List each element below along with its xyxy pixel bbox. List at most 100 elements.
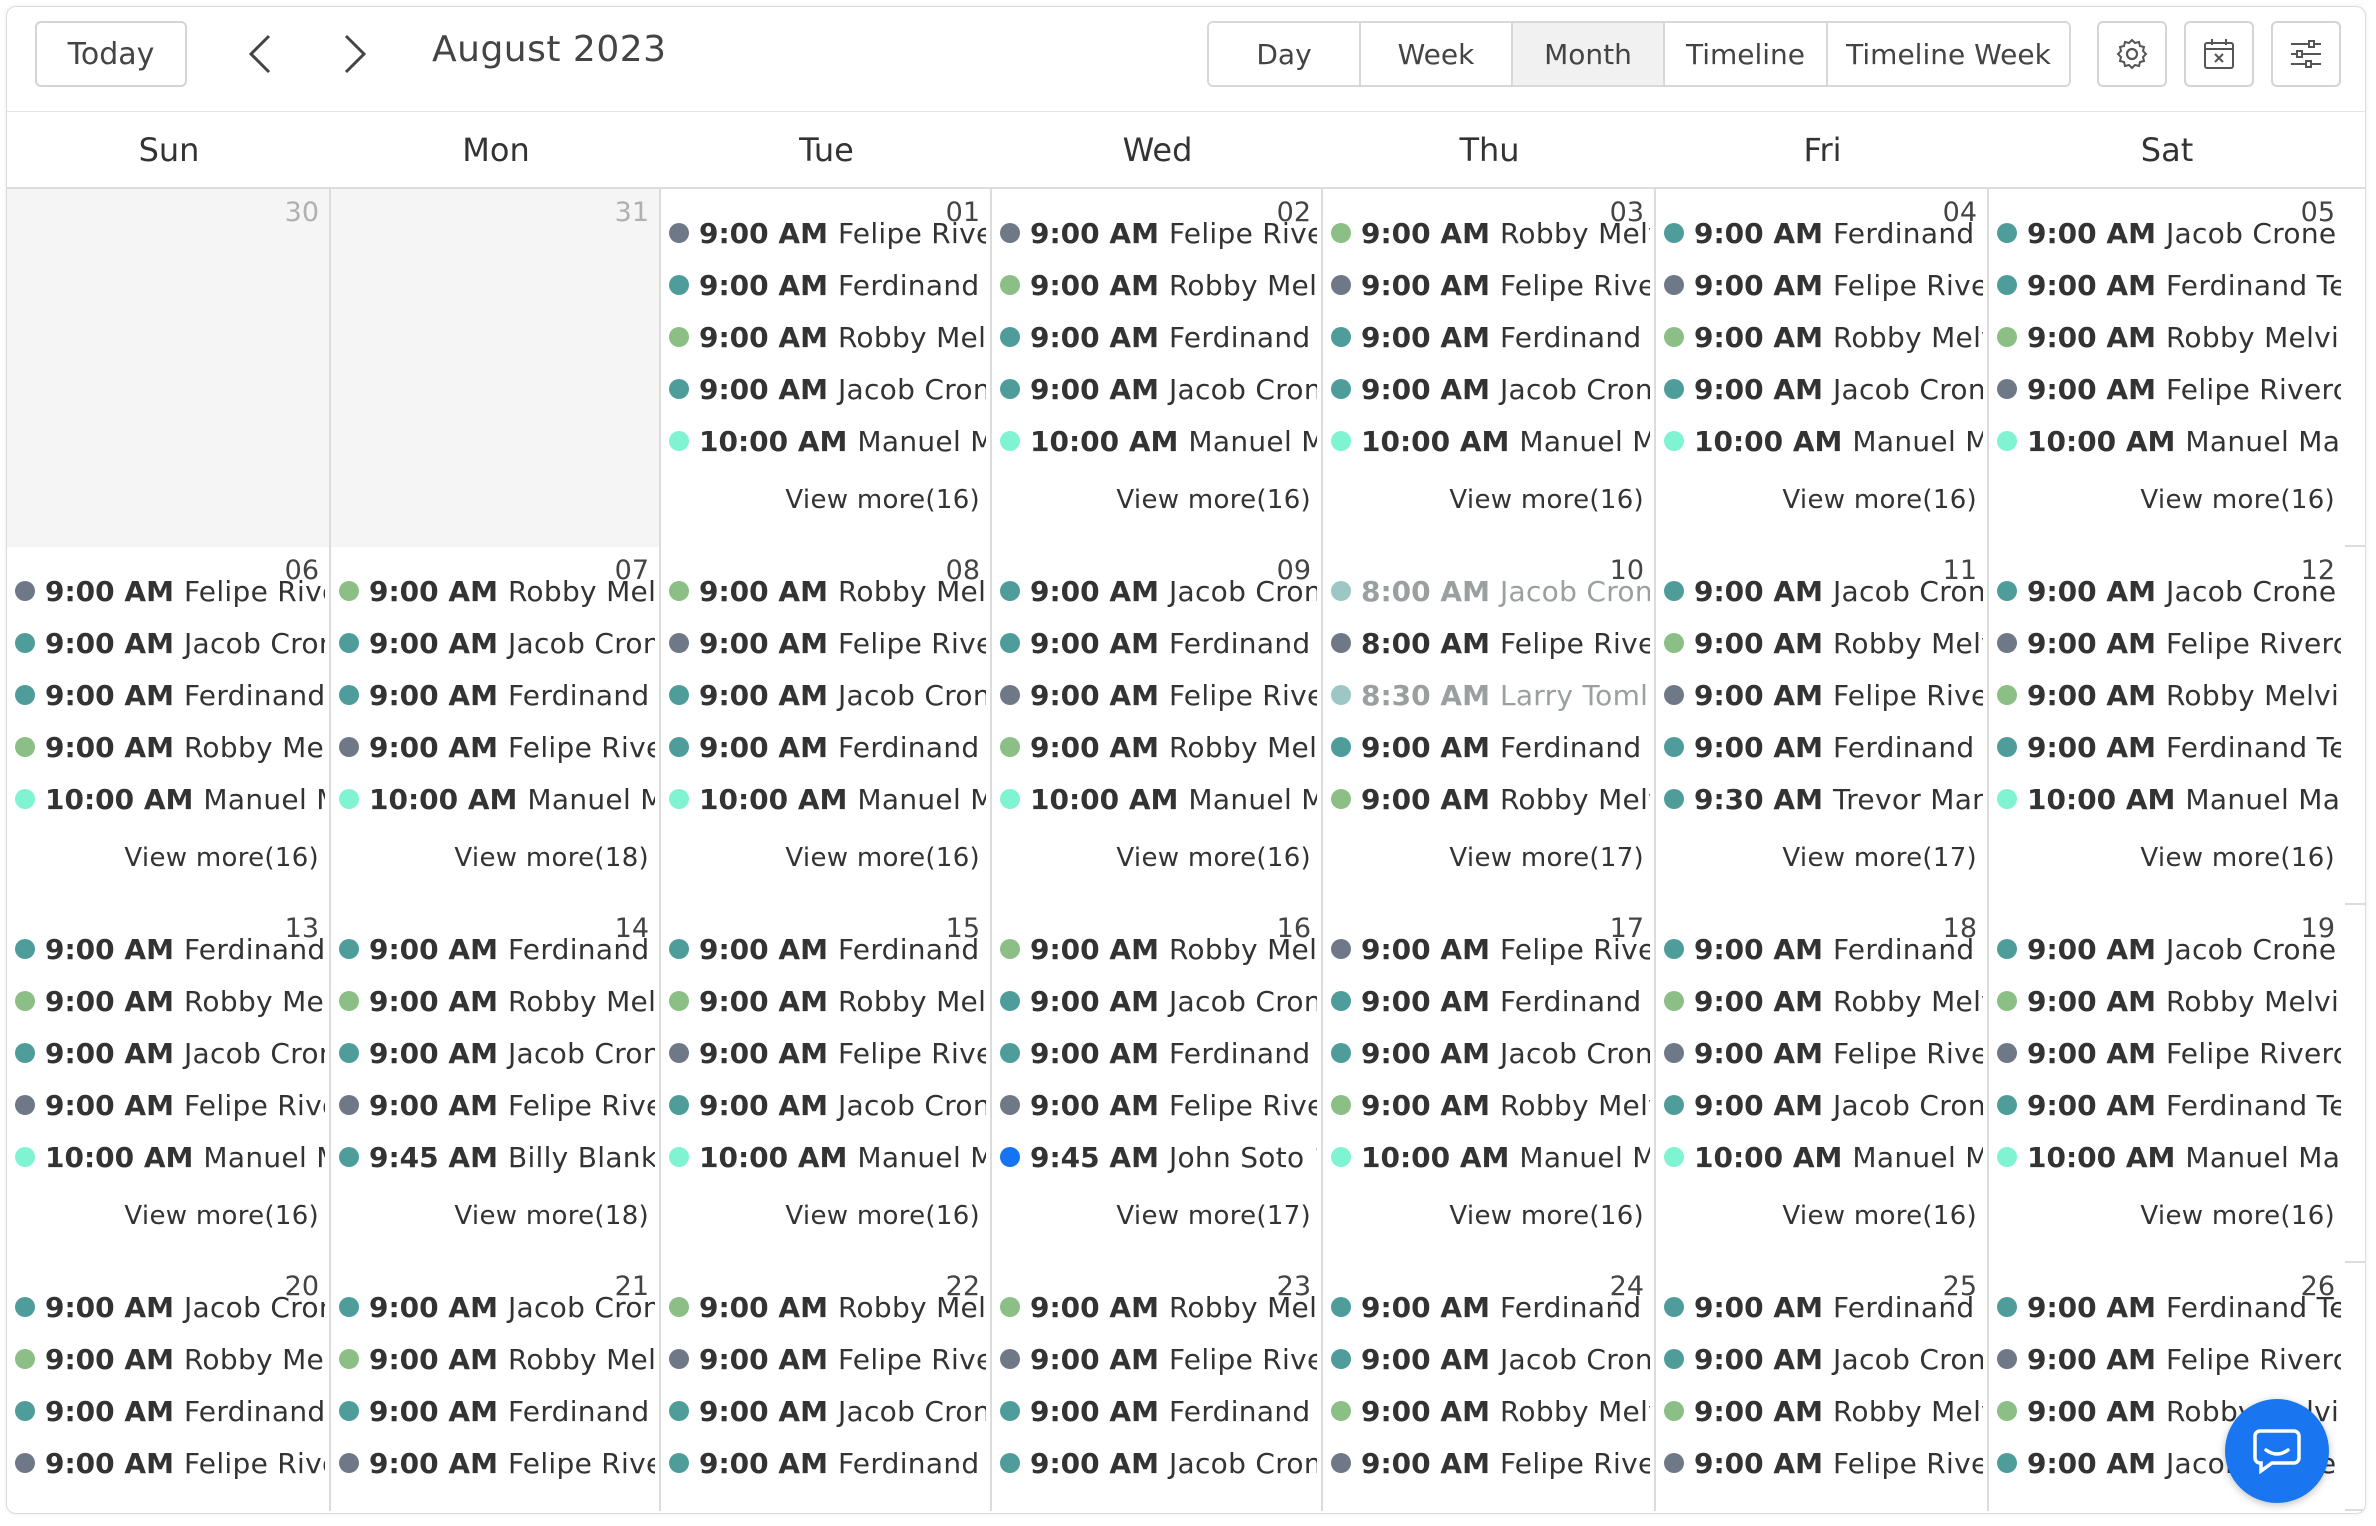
appointment-event[interactable]: 10:00 AM Manuel Mai bbox=[1331, 421, 1650, 461]
appointment-event[interactable]: 9:00 AM Felipe Rivero bbox=[1000, 1339, 1317, 1379]
appointment-event[interactable]: 9:00 AM Ferdinand Te bbox=[1664, 727, 1983, 767]
appointment-event[interactable]: 9:00 AM Robby Melvi bbox=[1000, 727, 1317, 767]
appointment-event[interactable]: 9:00 AM Felipe Rivero bbox=[1664, 1033, 1983, 1073]
appointment-event[interactable]: 9:00 AM Jacob Cron bbox=[339, 1033, 655, 1073]
appointment-event[interactable]: 9:00 AM Felipe Rivero bbox=[15, 571, 325, 611]
appointment-event[interactable]: 9:00 AM Ferdinand Te bbox=[1331, 317, 1650, 357]
view-more-link[interactable]: View more(16) bbox=[1782, 485, 1977, 515]
view-more-link[interactable]: View more(16) bbox=[785, 843, 980, 873]
appointment-event[interactable]: 9:00 AM Robby Melvi bbox=[1000, 265, 1317, 305]
appointment-event[interactable]: 10:00 AM Manuel Mai bbox=[1664, 1137, 1983, 1177]
view-more-link[interactable]: View more(16) bbox=[1449, 1201, 1644, 1231]
appointment-event[interactable]: 9:00 AM Robby Melvi bbox=[669, 1287, 986, 1327]
appointment-event[interactable]: 9:00 AM Felipe Rivero bbox=[1000, 675, 1317, 715]
appointment-event[interactable]: 10:00 AM Manuel Mai bbox=[1997, 1137, 2341, 1177]
appointment-event[interactable]: 9:00 AM Robby Melvi bbox=[15, 727, 325, 767]
view-more-link[interactable]: View more(16) bbox=[124, 843, 319, 873]
appointment-event[interactable]: 9:00 AM Felipe Rivero bbox=[1000, 213, 1317, 253]
appointment-event[interactable]: 9:00 AM Ferdinand Te bbox=[1000, 1391, 1317, 1431]
previous-month-button[interactable] bbox=[235, 29, 285, 79]
day-cell[interactable]: 05 9:00 AM Jacob Crone 9:00 AM Ferdinand Te 9… bbox=[1989, 189, 2345, 547]
appointment-event[interactable]: 9:00 AM Robby Melvi bbox=[1331, 779, 1650, 819]
appointment-event[interactable]: 9:00 AM Ferdinand Te bbox=[1000, 317, 1317, 357]
view-more-link[interactable]: View more(16) bbox=[2140, 1201, 2335, 1231]
appointment-event[interactable]: 8:00 AM Felipe Rivero bbox=[1331, 623, 1650, 663]
day-cell[interactable]: 069:00 AMFelipe Rivero9:00 AMJacob Cron9… bbox=[7, 547, 331, 905]
day-cell[interactable]: 259:00 AMFerdinand Te9:00 AMJacob Crone9… bbox=[1656, 1263, 1989, 1511]
appointment-event[interactable]: 9:00 AM Jacob Cron bbox=[669, 1085, 986, 1125]
appointment-event[interactable]: 9:00 AM Felipe Rivero bbox=[1331, 1443, 1650, 1483]
day-cell[interactable]: 108:00 AMJacob Crone8:00 AMFelipe Rivero… bbox=[1323, 547, 1656, 905]
appointment-event[interactable]: 9:00 AM Robby Melvi bbox=[339, 1339, 655, 1379]
day-cell[interactable]: 249:00 AMFerdinand Te9:00 AMJacob Crone9… bbox=[1323, 1263, 1656, 1511]
view-more-link[interactable]: View more(16) bbox=[124, 1201, 319, 1231]
day-cell[interactable]: 219:00 AMJacob Cron9:00 AMRobby Melvi9:0… bbox=[331, 1263, 661, 1511]
day-cell[interactable]: 239:00 AMRobby Melvi9:00 AMFelipe Rivero… bbox=[992, 1263, 1323, 1511]
day-number[interactable]: 30 bbox=[285, 197, 319, 228]
appointment-event[interactable]: 10:00 AM Manuel Ma bbox=[669, 421, 986, 461]
appointment-event[interactable]: 10:00 AM Manuel Ma bbox=[339, 779, 655, 819]
appointment-event[interactable]: 9:00 AM Felipe Rivero bbox=[1997, 1033, 2341, 1073]
appointment-event[interactable]: 9:00 AM Robby Melvi bbox=[1664, 981, 1983, 1021]
view-more-link[interactable]: View more(16) bbox=[2140, 843, 2335, 873]
appointment-event[interactable]: 9:00 AM Robby Melvi bbox=[669, 317, 986, 357]
day-cell[interactable]: 12 9:00 AM Jacob Crone 9:00 AM Felipe Rivero… bbox=[1989, 547, 2345, 905]
appointment-event[interactable]: 10:00 AM Manuel Ma bbox=[669, 1137, 986, 1177]
appointment-event[interactable]: 9:00 AM Ferdinand Te bbox=[669, 1443, 986, 1483]
view-more-link[interactable]: View more(16) bbox=[1116, 843, 1311, 873]
appointment-event[interactable]: 9:00 AM Jacob Cron bbox=[15, 1033, 325, 1073]
appointment-event[interactable]: 9:00 AM Robby Melvi bbox=[1331, 1085, 1650, 1125]
appointment-event[interactable]: 9:00 AM Jacob Crone bbox=[1997, 213, 2341, 253]
appointment-event[interactable]: 9:00 AM Ferdinand Te bbox=[1000, 623, 1317, 663]
appointment-event[interactable]: 9:45 AM Billy Blanks I bbox=[339, 1137, 655, 1177]
appointment-event[interactable]: 9:00 AM Jacob Cron bbox=[669, 369, 986, 409]
view-more-link[interactable]: View more(17) bbox=[1782, 843, 1977, 873]
appointment-event[interactable]: 9:00 AM Jacob Crone bbox=[1664, 369, 1983, 409]
appointment-event[interactable]: 9:00 AM Felipe Rivero bbox=[15, 1085, 325, 1125]
appointment-event[interactable]: 9:00 AM Ferdinand Te bbox=[15, 1391, 325, 1431]
appointment-event[interactable]: 9:00 AM Jacob Cron bbox=[339, 1287, 655, 1327]
appointment-event[interactable]: 9:00 AM Robby Melvi bbox=[15, 981, 325, 1021]
appointment-event[interactable]: 9:00 AM Ferdinand Te bbox=[1664, 213, 1983, 253]
view-more-link[interactable]: View more(16) bbox=[2140, 485, 2335, 515]
appointment-event[interactable]: 9:00 AM Felipe Rivero bbox=[339, 727, 655, 767]
appointment-event[interactable]: 10:00 AM Manuel Ma bbox=[669, 779, 986, 819]
view-more-link[interactable]: View more(18) bbox=[454, 843, 649, 873]
clear-date-button[interactable] bbox=[2184, 21, 2254, 87]
filter-button[interactable] bbox=[2271, 21, 2341, 87]
appointment-event[interactable]: 9:00 AM Ferdinand Te bbox=[339, 929, 655, 969]
day-cell[interactable]: 19 9:00 AM Jacob Crone 9:00 AM Robby Melvi 9:… bbox=[1989, 905, 2345, 1263]
appointment-event[interactable]: 9:00 AM Jacob Crone bbox=[1331, 369, 1650, 409]
appointment-event[interactable]: 9:00 AM Ferdinand Te bbox=[15, 929, 325, 969]
appointment-event[interactable]: 9:00 AM Jacob Cron bbox=[1000, 981, 1317, 1021]
appointment-event[interactable]: 10:00 AM Manuel Ma bbox=[1000, 421, 1317, 461]
view-more-link[interactable]: View more(16) bbox=[1116, 485, 1311, 515]
appointment-event[interactable]: 8:00 AM Jacob Crone bbox=[1331, 571, 1650, 611]
appointment-event[interactable]: 9:00 AM Felipe Rivero bbox=[669, 1339, 986, 1379]
date-range-title[interactable]: August 2023 bbox=[432, 29, 667, 70]
next-month-button[interactable] bbox=[330, 29, 380, 79]
day-cell[interactable]: 189:00 AMFerdinand Te9:00 AMRobby Melvi9… bbox=[1656, 905, 1989, 1263]
day-cell[interactable]: 079:00 AMRobby Melvi9:00 AMJacob Cron9:0… bbox=[331, 547, 661, 905]
appointment-event[interactable]: 9:00 AM Felipe Rivero bbox=[669, 1033, 986, 1073]
appointment-event[interactable]: 9:00 AM Felipe Rivero bbox=[339, 1443, 655, 1483]
day-cell[interactable]: 31 bbox=[331, 189, 661, 547]
appointment-event[interactable]: 9:00 AM Robby Melvi bbox=[669, 981, 986, 1021]
appointment-event[interactable]: 10:00 AM Manuel Ma bbox=[15, 779, 325, 819]
day-cell[interactable]: 30 bbox=[7, 189, 331, 547]
day-cell[interactable]: 019:00 AMFelipe Rivero9:00 AMFerdinand T… bbox=[661, 189, 992, 547]
tab-week[interactable]: Week bbox=[1361, 23, 1513, 85]
appointment-event[interactable]: 9:00 AM Ferdinand Te bbox=[1997, 265, 2341, 305]
appointment-event[interactable]: 9:00 AM Jacob Crone bbox=[1331, 1339, 1650, 1379]
appointment-event[interactable]: 9:00 AM Ferdinand Te bbox=[669, 929, 986, 969]
view-more-link[interactable]: View more(16) bbox=[785, 1201, 980, 1231]
appointment-event[interactable]: 9:00 AM Jacob Cron bbox=[1000, 1443, 1317, 1483]
appointment-event[interactable]: 9:00 AM Jacob Cron bbox=[15, 623, 325, 663]
appointment-event[interactable]: 9:00 AM Robby Melvi bbox=[1664, 1391, 1983, 1431]
view-more-link[interactable]: View more(16) bbox=[1782, 1201, 1977, 1231]
appointment-event[interactable]: 9:00 AM Jacob Crone bbox=[1997, 571, 2341, 611]
appointment-event[interactable]: 9:00 AM Jacob Cron bbox=[339, 623, 655, 663]
appointment-event[interactable]: 9:00 AM Ferdinand Te bbox=[339, 1391, 655, 1431]
view-more-link[interactable]: View more(17) bbox=[1116, 1201, 1311, 1231]
appointment-event[interactable]: 9:00 AM Felipe Rivero bbox=[669, 623, 986, 663]
